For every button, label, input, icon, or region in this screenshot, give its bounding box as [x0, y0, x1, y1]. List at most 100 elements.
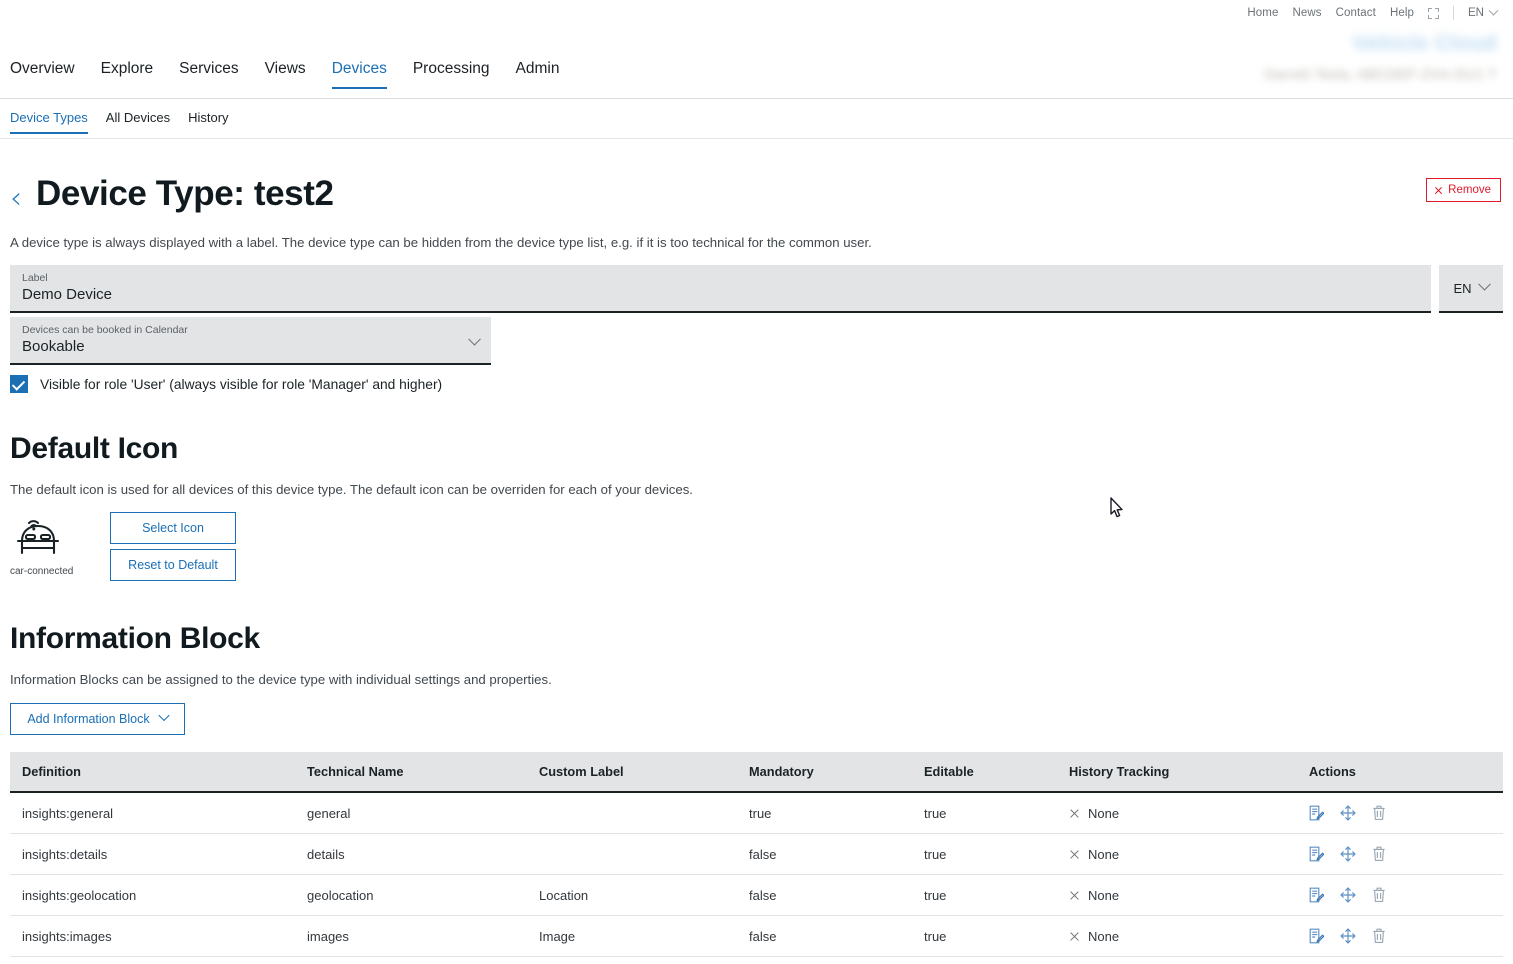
default-icon-preview: car-connected — [10, 512, 110, 586]
cell-mandatory: false — [737, 874, 912, 916]
column-header-definition: Definition — [10, 752, 295, 793]
sub-navigation: Device Types All Devices History — [0, 110, 1513, 138]
default-icon-description: The default icon is used for all devices… — [10, 482, 693, 497]
delete-icon[interactable] — [1372, 928, 1386, 944]
brand-logo: Vehicle Cloud — [1352, 32, 1497, 55]
cell-editable: true — [912, 874, 1057, 916]
cell-mandatory: false — [737, 915, 912, 957]
page-header: ‹ Device Type: test2 Remove — [10, 174, 1503, 214]
table-row[interactable]: insights:images images Image false true … — [10, 915, 1503, 957]
move-icon[interactable] — [1340, 846, 1356, 862]
icon-button-group: Select Icon Reset to Default — [110, 512, 236, 586]
cell-editable: true — [912, 915, 1057, 957]
nav-item-overview[interactable]: Overview — [10, 60, 75, 89]
subnav-item-history[interactable]: History — [188, 110, 228, 134]
cell-definition: insights:images — [10, 915, 295, 957]
meta-link-home[interactable]: Home — [1247, 7, 1278, 19]
close-icon — [1069, 931, 1080, 942]
reset-to-default-button[interactable]: Reset to Default — [110, 549, 236, 581]
meta-link-contact[interactable]: Contact — [1336, 7, 1376, 19]
move-icon[interactable] — [1340, 805, 1356, 821]
cell-definition: insights:details — [10, 833, 295, 875]
cell-actions — [1297, 915, 1503, 957]
add-information-block-label: Add Information Block — [27, 712, 150, 726]
cell-technical-name: details — [295, 833, 527, 875]
table-row[interactable]: insights:general general true true None — [10, 792, 1503, 834]
information-block-table: Definition Technical Name Custom Label M… — [10, 752, 1503, 957]
label-language-select[interactable]: EN — [1439, 265, 1503, 314]
column-header-actions: Actions — [1297, 752, 1503, 793]
mouse-cursor — [1110, 497, 1124, 523]
history-tracking-value: None — [1088, 928, 1120, 944]
table-header: Definition Technical Name Custom Label M… — [10, 752, 1503, 793]
visible-for-user-checkbox[interactable]: Visible for role 'User' (always visible … — [10, 375, 442, 393]
language-switcher[interactable]: EN — [1468, 5, 1499, 19]
nav-item-processing[interactable]: Processing — [413, 60, 490, 89]
chevron-down-icon — [1488, 5, 1499, 16]
meta-link-news[interactable]: News — [1292, 7, 1321, 19]
nav-item-explore[interactable]: Explore — [101, 60, 154, 89]
nav-item-devices[interactable]: Devices — [331, 60, 387, 89]
move-icon[interactable] — [1340, 887, 1356, 903]
edit-icon[interactable] — [1309, 887, 1324, 903]
label-input[interactable]: Label Demo Device — [10, 265, 1431, 314]
default-icon-name: car-connected — [10, 566, 74, 577]
car-connected-icon — [16, 520, 60, 555]
delete-icon[interactable] — [1372, 846, 1386, 862]
back-arrow-icon[interactable]: ‹ — [10, 184, 22, 214]
cell-definition: insights:geolocation — [10, 874, 295, 916]
table-body: insights:general general true true None — [10, 792, 1503, 957]
label-field-row: Label Demo Device EN — [10, 265, 1503, 314]
remove-button[interactable]: Remove — [1426, 178, 1501, 202]
move-icon[interactable] — [1340, 928, 1356, 944]
expand-icon[interactable] — [1428, 7, 1440, 19]
table-header-row: Definition Technical Name Custom Label M… — [10, 752, 1503, 793]
page-title: Device Type: test2 — [36, 174, 334, 213]
column-header-editable: Editable — [912, 752, 1057, 793]
bookable-select[interactable]: Devices can be booked in Calendar Bookab… — [10, 317, 491, 366]
checkbox-checked-icon[interactable] — [10, 375, 28, 393]
default-icon-picker: car-connected Select Icon Reset to Defau… — [10, 512, 236, 586]
delete-icon[interactable] — [1372, 805, 1386, 821]
history-tracking-value: None — [1088, 805, 1120, 821]
cell-custom-label — [527, 792, 737, 834]
history-tracking-value: None — [1088, 887, 1120, 903]
visible-for-user-label: Visible for role 'User' (always visible … — [40, 376, 443, 392]
cell-definition: insights:general — [10, 792, 295, 834]
history-tracking-value: None — [1088, 846, 1120, 862]
cell-history-tracking: None — [1057, 915, 1297, 957]
column-header-technical-name: Technical Name — [295, 752, 527, 793]
cell-history-tracking: None — [1057, 792, 1297, 834]
close-icon — [1069, 849, 1080, 860]
table-row[interactable]: insights:geolocation geolocation Locatio… — [10, 874, 1503, 916]
language-label: EN — [1468, 7, 1484, 19]
main-navigation: Overview Explore Services Views Devices … — [0, 60, 1513, 99]
close-icon — [1069, 890, 1080, 901]
cell-custom-label: Location — [527, 874, 737, 916]
subnav-item-all-devices[interactable]: All Devices — [106, 110, 170, 134]
subnav-item-device-types[interactable]: Device Types — [10, 110, 88, 134]
cell-technical-name: images — [295, 915, 527, 957]
default-icon-heading: Default Icon — [10, 432, 179, 465]
nav-item-services[interactable]: Services — [179, 60, 238, 89]
edit-icon[interactable] — [1309, 846, 1324, 862]
nav-item-views[interactable]: Views — [265, 60, 306, 89]
cell-actions — [1297, 833, 1503, 875]
cell-custom-label: Image — [527, 915, 737, 957]
edit-icon[interactable] — [1309, 805, 1324, 821]
cell-history-tracking: None — [1057, 833, 1297, 875]
label-input-caption: Label — [22, 272, 48, 284]
delete-icon[interactable] — [1372, 887, 1386, 903]
cell-editable: true — [912, 833, 1057, 875]
cell-history-tracking: None — [1057, 874, 1297, 916]
meta-link-help[interactable]: Help — [1390, 7, 1414, 19]
nav-item-admin[interactable]: Admin — [516, 60, 560, 89]
label-language-value: EN — [1453, 281, 1472, 297]
edit-icon[interactable] — [1309, 928, 1324, 944]
chevron-down-icon — [157, 709, 170, 722]
information-block-heading: Information Block — [10, 622, 260, 655]
select-icon-button[interactable]: Select Icon — [110, 512, 236, 544]
cell-editable: true — [912, 792, 1057, 834]
add-information-block-button[interactable]: Add Information Block — [10, 703, 185, 735]
table-row[interactable]: insights:details details false true None — [10, 833, 1503, 875]
